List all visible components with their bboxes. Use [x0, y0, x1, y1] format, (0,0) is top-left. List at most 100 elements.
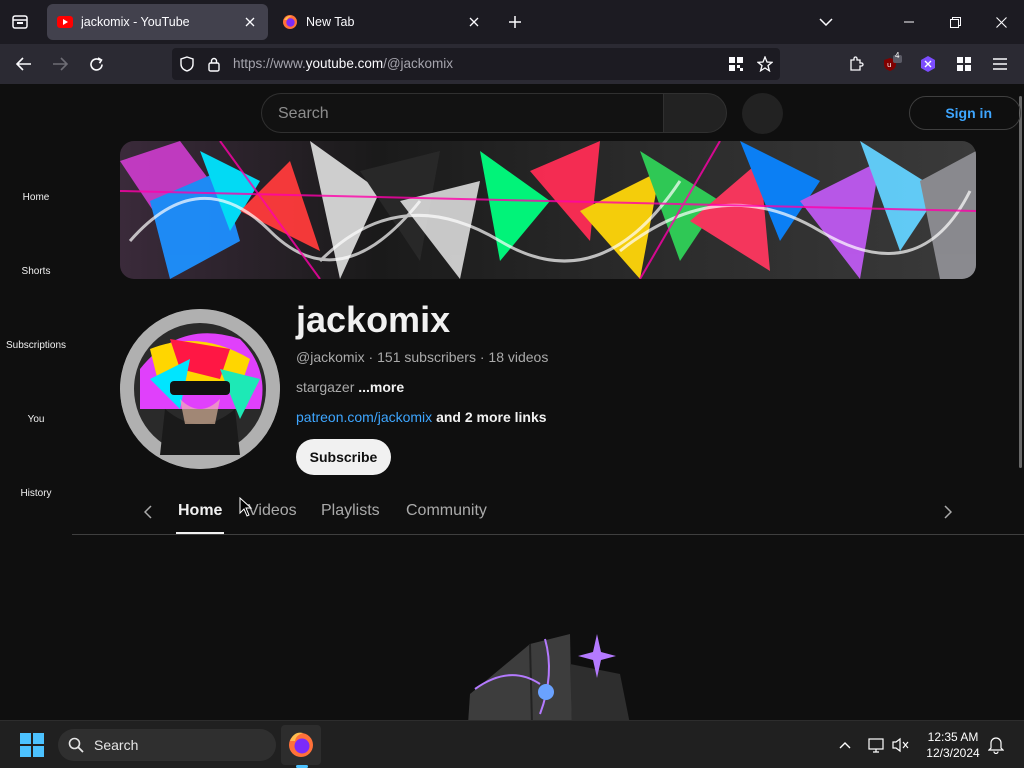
app-menu-button[interactable]: [989, 53, 1011, 75]
restore-icon: [949, 16, 961, 28]
channel-avatar[interactable]: [120, 309, 280, 469]
sidebar-item-subscriptions[interactable]: Subscriptions: [0, 340, 72, 351]
channel-links: patreon.com/jackomix and 2 more links: [296, 409, 547, 425]
channel-banner: [120, 141, 976, 279]
sign-in-label: Sign in: [945, 105, 992, 121]
system-clock[interactable]: 12:35 AM 12/3/2024: [918, 729, 988, 761]
firefox-view-icon: [12, 15, 28, 29]
tabs-scroll-right-button[interactable]: [936, 500, 960, 524]
arrow-left-icon: [16, 57, 31, 71]
url-path: /@jackomix: [383, 56, 454, 71]
reload-icon: [89, 56, 103, 71]
separator: ·: [364, 349, 378, 365]
youtube-channel-page: Search Sign in Home Shorts Subscriptions…: [0, 84, 1024, 720]
reload-button[interactable]: [83, 51, 109, 77]
tab-playlists[interactable]: Playlists: [321, 502, 380, 520]
patreon-link[interactable]: patreon.com/jackomix: [296, 409, 432, 425]
show-hidden-icons-button[interactable]: [835, 735, 855, 755]
extensions-button[interactable]: [845, 53, 867, 75]
sidebar-item-label: History: [20, 488, 52, 499]
more-links-button[interactable]: and 2 more links: [436, 409, 546, 425]
close-icon: [245, 17, 255, 27]
browser-tab-strip: jackomix - YouTube New Tab: [0, 0, 1024, 44]
svg-text:u: u: [887, 61, 891, 69]
tab-home[interactable]: Home: [178, 502, 222, 520]
hamburger-menu-icon: [993, 58, 1007, 70]
plus-icon: [509, 16, 521, 28]
chevron-down-icon: [819, 18, 833, 26]
description-text: stargazer: [296, 379, 355, 395]
taskbar-search-box[interactable]: Search: [58, 729, 276, 761]
more-link[interactable]: ...more: [358, 379, 404, 395]
search-icon: [68, 737, 84, 753]
qr-code-icon[interactable]: [727, 55, 745, 73]
tabs-scroll-left-button[interactable]: [136, 500, 160, 524]
taskbar-firefox-button[interactable]: [281, 725, 321, 765]
lock-icon[interactable]: [205, 55, 223, 73]
extension-badge: 4: [895, 51, 900, 60]
sidebar-item-label: Home: [22, 192, 50, 203]
windows-logo-icon: [20, 733, 44, 757]
forward-button[interactable]: [47, 51, 73, 77]
channel-handle: @jackomix: [296, 349, 365, 365]
sidebar-item-shorts[interactable]: Shorts: [0, 266, 72, 277]
sidebar-item-label: You: [27, 414, 45, 425]
separator: ·: [475, 349, 489, 365]
firefox-view-button[interactable]: [8, 11, 32, 33]
firefox-icon: [289, 732, 313, 757]
network-button[interactable]: [867, 735, 887, 755]
tab-videos[interactable]: Videos: [248, 502, 297, 520]
new-tab-button[interactable]: [503, 10, 527, 34]
subscriber-count: 151 subscribers: [377, 349, 476, 365]
windows-taskbar: Search 12:35 AM 12/3/2024: [0, 720, 1024, 768]
notifications-button[interactable]: [986, 735, 1006, 755]
apps-grid-button[interactable]: [953, 53, 975, 75]
tracking-protection-shield-icon[interactable]: [178, 55, 196, 73]
volume-button[interactable]: [891, 735, 911, 755]
hexagon-extension-icon: [921, 56, 935, 72]
voice-search-button[interactable]: [742, 93, 783, 134]
sidebar-item-history[interactable]: History: [0, 488, 72, 499]
minimize-button[interactable]: [894, 8, 924, 36]
video-count: 18 videos: [488, 349, 549, 365]
clock-time: 12:35 AM: [927, 730, 979, 744]
network-monitor-icon: [868, 738, 884, 753]
empty-state-illustration: [460, 624, 640, 720]
mouse-cursor-icon: [239, 496, 253, 517]
sidebar-item-home[interactable]: Home: [0, 192, 72, 203]
list-all-tabs-button[interactable]: [814, 10, 838, 34]
search-button[interactable]: [663, 93, 727, 133]
close-window-button[interactable]: [986, 8, 1016, 36]
tab-new-tab[interactable]: New Tab: [272, 4, 492, 40]
tab-community[interactable]: Community: [406, 502, 487, 520]
url-text: https://www.youtube.com/@jackomix: [233, 56, 453, 71]
start-button[interactable]: [19, 732, 45, 758]
close-tab-button[interactable]: [462, 10, 486, 34]
purple-extension-button[interactable]: [917, 53, 939, 75]
channel-description[interactable]: stargazer ...more: [296, 379, 404, 395]
active-tab-indicator: [176, 532, 224, 534]
bookmark-star-icon[interactable]: [756, 55, 774, 73]
sidebar-item-you[interactable]: You: [0, 414, 72, 425]
minimize-icon: [904, 21, 914, 23]
tab-title: jackomix - YouTube: [81, 15, 190, 29]
channel-meta: @jackomix · 151 subscribers · 18 videos: [296, 349, 548, 365]
subscribe-button[interactable]: Subscribe: [296, 439, 391, 475]
chevron-right-icon: [944, 505, 952, 519]
grid-icon: [957, 57, 971, 71]
search-input[interactable]: Search: [261, 93, 663, 133]
navigation-toolbar: https://www.youtube.com/@jackomix u 4: [0, 44, 1024, 84]
taskbar-search-label: Search: [94, 737, 139, 753]
firefox-icon: [282, 14, 298, 30]
ublock-origin-button[interactable]: u 4: [881, 51, 903, 75]
sign-in-button[interactable]: Sign in: [909, 96, 1021, 130]
back-button[interactable]: [11, 51, 37, 77]
close-tab-button[interactable]: [238, 10, 262, 34]
url-host: youtube.com: [305, 56, 384, 71]
page-scrollbar[interactable]: [1019, 96, 1022, 468]
url-bar[interactable]: https://www.youtube.com/@jackomix: [172, 48, 780, 80]
tab-jackomix-youtube[interactable]: jackomix - YouTube: [47, 4, 268, 40]
chevron-left-icon: [144, 505, 152, 519]
close-icon: [995, 16, 1007, 28]
restore-button[interactable]: [940, 8, 970, 36]
